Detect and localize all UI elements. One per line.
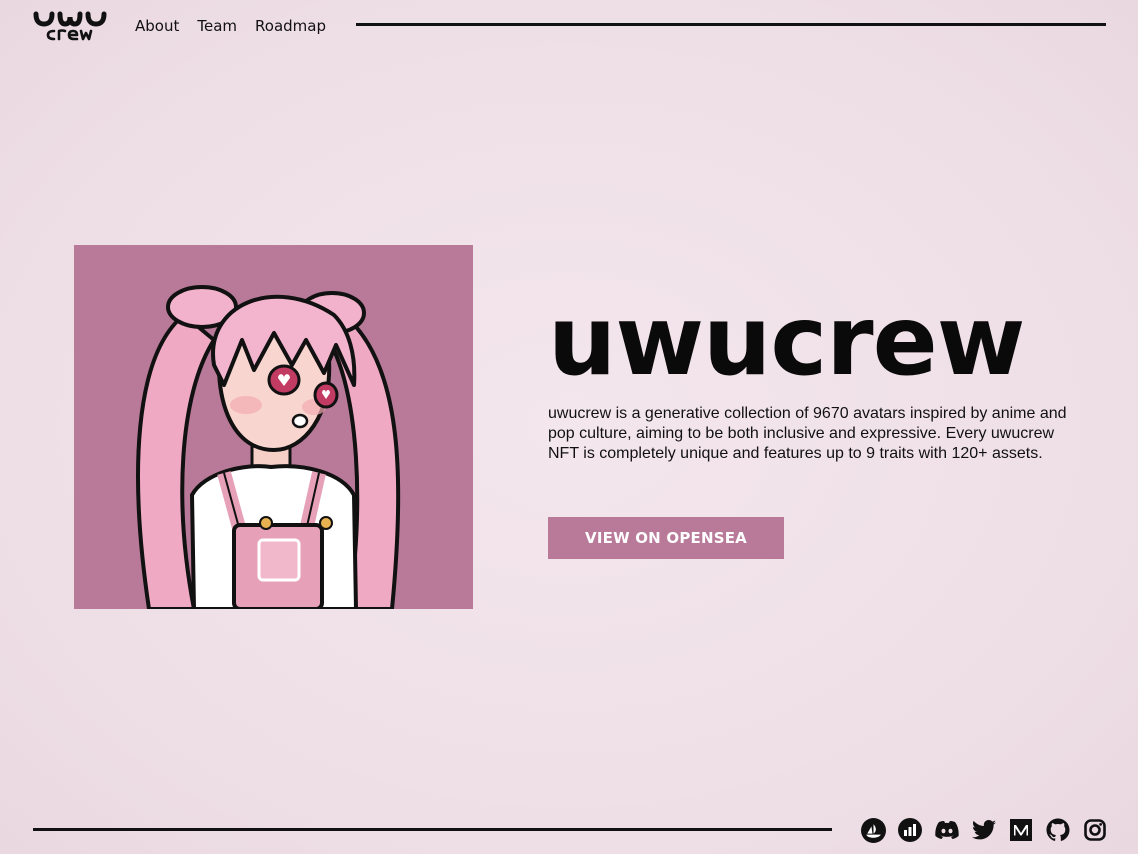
hero-description: uwucrew is a generative collection of 96… — [548, 405, 1067, 462]
view-on-opensea-button[interactable]: VIEW ON OPENSEA — [548, 517, 784, 559]
stats-icon[interactable] — [897, 817, 923, 843]
uwucrew-logo[interactable] — [32, 10, 112, 42]
brand-title: uwucrew — [548, 285, 1025, 397]
logo-mark-icon — [33, 11, 107, 41]
discord-icon[interactable] — [934, 817, 960, 843]
header-divider — [356, 23, 1106, 26]
nav-about[interactable]: About — [135, 16, 179, 36]
anime-avatar-illustration — [136, 285, 401, 609]
github-icon[interactable] — [1045, 817, 1071, 843]
social-links — [860, 817, 1108, 843]
twitter-icon[interactable] — [971, 817, 997, 843]
opensea-icon[interactable] — [860, 817, 886, 843]
site-header: About Team Roadmap — [0, 0, 1138, 50]
nav-roadmap[interactable]: Roadmap — [255, 16, 326, 36]
main-nav: About Team Roadmap — [135, 16, 326, 36]
hero-avatar-image — [74, 245, 473, 609]
nav-team[interactable]: Team — [197, 16, 237, 36]
footer-divider — [33, 828, 832, 831]
instagram-icon[interactable] — [1082, 817, 1108, 843]
medium-icon[interactable] — [1008, 817, 1034, 843]
